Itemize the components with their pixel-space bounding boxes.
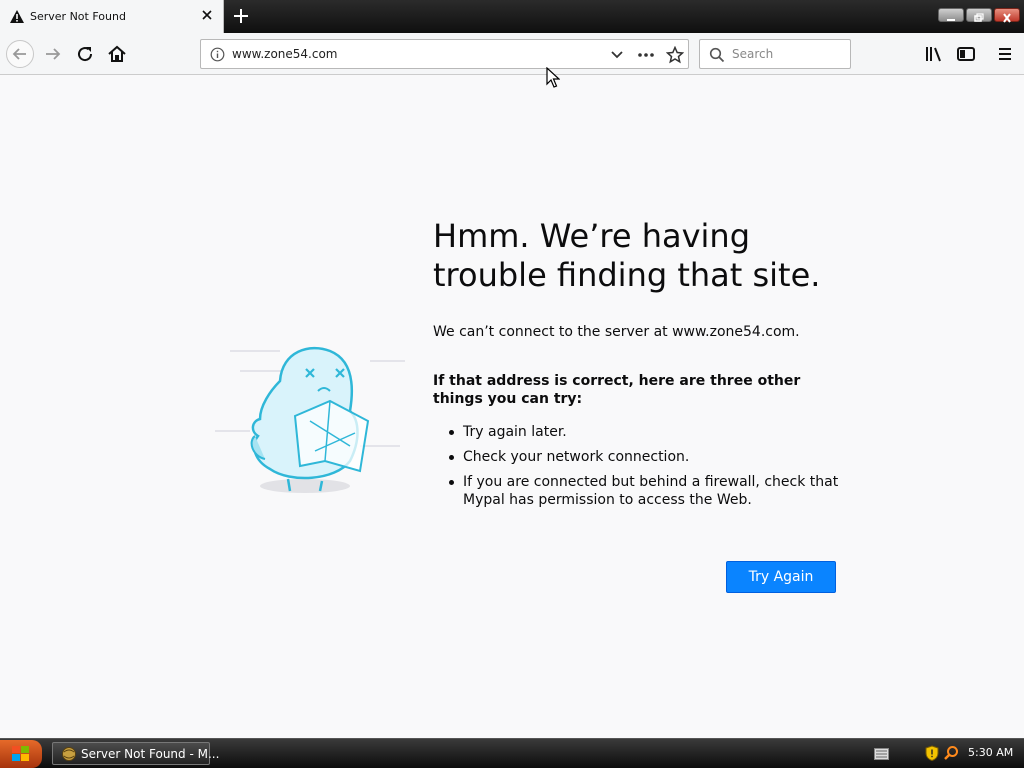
tab-bar: Server Not Found — [0, 0, 1024, 33]
navigation-toolbar: www.zone54.com Search — [0, 33, 1024, 75]
mouse-cursor-icon — [546, 67, 560, 88]
tab-server-not-found[interactable]: Server Not Found — [0, 0, 224, 33]
home-icon[interactable] — [105, 42, 129, 66]
bookmark-star-icon[interactable] — [666, 46, 684, 64]
search-bar[interactable]: Search — [699, 39, 851, 69]
sidebar-icon[interactable] — [954, 42, 978, 66]
error-description: We can’t connect to the server at www.zo… — [433, 324, 800, 340]
close-tab-icon[interactable] — [200, 8, 214, 22]
browser-app-icon — [62, 747, 76, 761]
search-icon — [709, 47, 725, 63]
page-actions-icon[interactable] — [637, 47, 655, 63]
suggestions-list: Try again later. Check your network conn… — [449, 423, 839, 516]
restore-button[interactable] — [966, 8, 992, 22]
suggestions-title: If that address is correct, here are thr… — [433, 373, 801, 407]
close-window-button[interactable] — [994, 8, 1020, 23]
forward-arrow-icon[interactable] — [41, 42, 65, 66]
info-icon[interactable] — [210, 47, 225, 62]
list-item: If you are connected but behind a firewa… — [449, 473, 839, 509]
list-item: Try again later. — [449, 423, 839, 441]
list-item: Check your network connection. — [449, 448, 839, 466]
library-icon[interactable] — [922, 42, 946, 66]
restore-icon — [974, 13, 984, 22]
tab-title: Server Not Found — [30, 10, 126, 23]
windows-logo-icon — [12, 746, 29, 761]
taskbar-item-browser[interactable]: Server Not Found - M... — [52, 742, 219, 765]
search-placeholder[interactable]: Search — [732, 47, 773, 61]
new-tab-icon[interactable] — [230, 6, 252, 26]
taskbar-item-label: Server Not Found - M... — [81, 747, 220, 761]
security-shield-icon[interactable] — [925, 745, 939, 761]
reload-icon[interactable] — [73, 42, 97, 66]
back-button[interactable] — [6, 40, 34, 68]
url-text[interactable]: www.zone54.com — [232, 47, 338, 61]
warning-icon — [10, 10, 24, 23]
back-arrow-icon — [12, 48, 26, 60]
chevron-down-icon[interactable] — [609, 47, 625, 63]
close-icon — [1003, 13, 1011, 23]
error-page: Hmm. We’re having trouble finding that s… — [0, 76, 1024, 738]
minimize-icon — [947, 19, 955, 21]
taskbar: Server Not Found - M... — [0, 738, 1024, 768]
keyboard-icon[interactable] — [874, 748, 889, 760]
clock[interactable]: 5:30 AM — [968, 746, 1013, 759]
error-heading: Hmm. We’re having trouble finding that s… — [433, 217, 821, 294]
url-bar[interactable]: www.zone54.com — [200, 39, 689, 69]
start-button[interactable] — [0, 740, 42, 768]
confused-monster-illustration — [215, 346, 405, 493]
try-again-button[interactable]: Try Again — [726, 561, 836, 593]
menu-hamburger-icon[interactable] — [993, 42, 1017, 66]
minimize-button[interactable] — [938, 8, 964, 22]
magnifier-tray-icon[interactable] — [943, 745, 959, 761]
